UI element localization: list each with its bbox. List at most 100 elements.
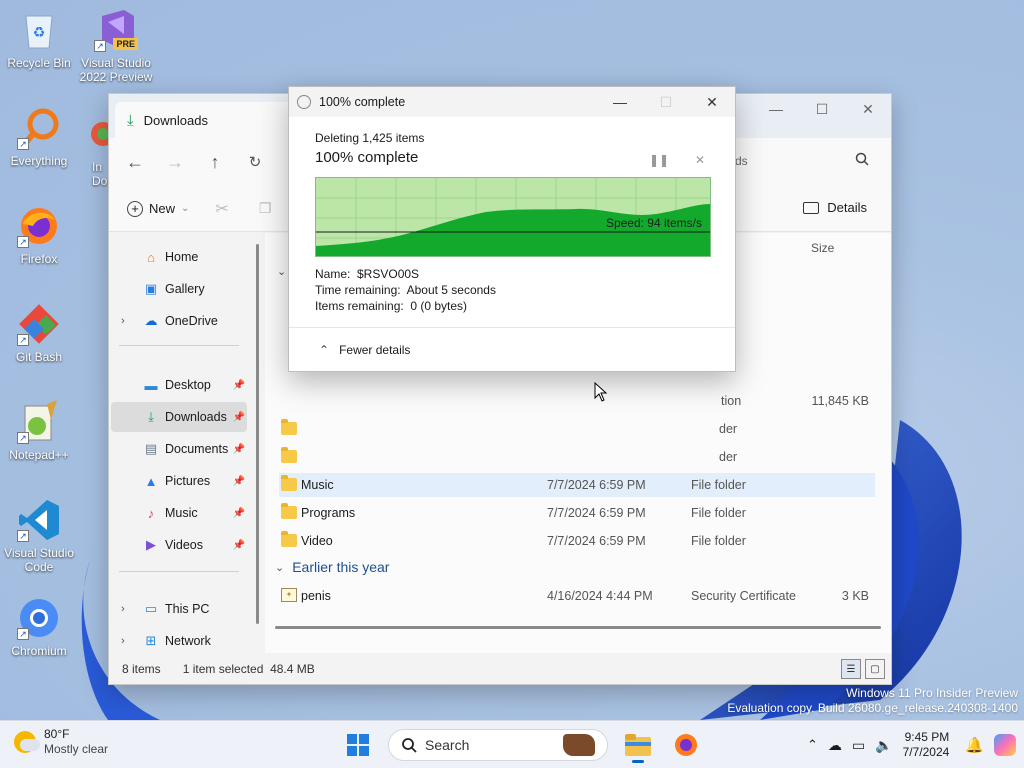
group-label: Earlier this year [292, 559, 390, 575]
table-row[interactable]: tion 11,845 KB [279, 389, 875, 413]
maximize-button[interactable]: ☐ [643, 87, 689, 117]
chevron-down-icon[interactable]: ⌄ [277, 265, 286, 278]
desktop-icon-chromium[interactable]: ↗ Chromium [1, 596, 77, 658]
pin-icon[interactable]: 📌 [233, 412, 245, 423]
maximize-button[interactable]: ☐ [799, 94, 845, 124]
sidebar-item-onedrive[interactable]: › ☁ OneDrive [111, 306, 247, 336]
item-count: 8 items [122, 662, 161, 676]
sidebar-item-this-pc[interactable]: › ▭ This PC [111, 594, 247, 624]
desktop-icon-recycle-bin[interactable]: ♻ Recycle Bin [1, 8, 77, 70]
details-label: Details [827, 200, 867, 215]
file-type: File folder [691, 534, 746, 548]
cancel-button[interactable]: ✕ [695, 153, 705, 167]
pin-icon[interactable]: 📌 [233, 508, 245, 519]
firefox-taskbar-button[interactable] [668, 727, 704, 763]
start-button[interactable] [340, 727, 376, 763]
close-button[interactable]: ✕ [845, 94, 891, 124]
sidebar-item-label: Documents [165, 442, 229, 456]
details-pane-button[interactable]: Details [803, 200, 867, 215]
desktop-icon-notepad-plus-plus[interactable]: ↗ Notepad++ [1, 400, 77, 462]
minimize-button[interactable]: — [753, 94, 799, 124]
desktop-icon-git-bash[interactable]: ↗ Git Bash [1, 302, 77, 364]
minimize-button[interactable]: — [597, 87, 643, 117]
sidebar-item-home[interactable]: ⌂ Home [111, 242, 247, 272]
chevron-up-icon[interactable]: ⌃ [807, 737, 818, 753]
sidebar-item-music[interactable]: ♪ Music 📌 [111, 498, 247, 528]
chevron-right-icon[interactable]: › [121, 603, 125, 615]
sidebar-item-label: OneDrive [165, 314, 218, 328]
sidebar-item-label: Music [165, 506, 198, 520]
new-button[interactable]: + New ⌄ [127, 200, 189, 217]
desktop-icon-visual-studio-2022[interactable]: PRE ↗ Visual Studio 2022 Preview [78, 8, 154, 84]
pin-icon[interactable]: 📌 [233, 540, 245, 551]
weather-widget[interactable]: 80°F Mostly clear [14, 727, 108, 757]
desktop-icon-label: Everything [10, 154, 68, 168]
tiles-view-icon[interactable]: ▢ [865, 659, 885, 679]
up-button[interactable]: ↑ [195, 146, 235, 178]
sidebar-item-pictures[interactable]: ▲ Pictures 📌 [111, 466, 247, 496]
copy-icon[interactable]: ❐ [259, 200, 272, 217]
chevron-right-icon[interactable]: › [121, 315, 125, 327]
system-tray: ⌃ ☁ ▭ 🔈 9:45 PM 7/7/2024 🔔 [807, 721, 1024, 768]
pause-button[interactable]: ❚❚ [649, 153, 669, 167]
sidebar-item-label: Desktop [165, 378, 211, 392]
video-icon: ▶ [146, 537, 156, 552]
sidebar-item-downloads[interactable]: ⤓ Downloads 📌 [111, 402, 247, 432]
sidebar-item-documents[interactable]: ▤ Documents 📌 [111, 434, 247, 464]
volume-icon[interactable]: 🔈 [875, 737, 892, 754]
search-icon[interactable] [855, 152, 869, 169]
column-header-size[interactable]: Size [811, 241, 834, 255]
address-text: ds [735, 154, 748, 168]
desktop-icon-label: Notepad++ [9, 448, 69, 462]
tab-downloads[interactable]: ⤓ Downloads [115, 102, 315, 138]
clock-time: 9:45 PM [904, 730, 950, 744]
refresh-button[interactable]: ↻ [235, 146, 275, 178]
sidebar-item-gallery[interactable]: ▣ Gallery [111, 274, 247, 304]
desktop-icon-label: Firefox [20, 252, 58, 266]
sidebar-item-network[interactable]: › ⊞ Network [111, 626, 247, 656]
desktop-icon-firefox[interactable]: ↗ Firefox [1, 204, 77, 266]
table-row[interactable]: ✦ penis 4/16/2024 4:44 PM Security Certi… [279, 584, 875, 608]
bell-icon[interactable]: 🔔 [965, 736, 984, 754]
network-icon: ⊞ [145, 633, 157, 648]
fewer-details-label: Fewer details [339, 342, 411, 357]
chevron-right-icon[interactable]: › [121, 635, 125, 647]
pin-icon[interactable]: 📌 [233, 476, 245, 487]
back-button[interactable]: ← [115, 146, 155, 178]
sidebar-item-videos[interactable]: ▶ Videos 📌 [111, 530, 247, 560]
folder-icon [281, 419, 297, 435]
close-button[interactable]: ✕ [689, 87, 735, 117]
group-header-earlier-this-year[interactable]: ⌄ Earlier this year [275, 559, 389, 575]
horizontal-scrollbar[interactable] [275, 626, 881, 629]
network-off-icon[interactable]: ☁ [828, 737, 842, 754]
table-row[interactable]: der [279, 445, 875, 469]
shortcut-arrow-icon: ↗ [17, 530, 29, 542]
taskbar-search-box[interactable]: Search [388, 729, 608, 761]
file-explorer-taskbar-button[interactable] [620, 727, 656, 763]
details-view-icon[interactable]: ☰ [841, 659, 861, 679]
pin-icon[interactable]: 📌 [233, 444, 245, 455]
pin-icon[interactable]: 📌 [233, 380, 245, 391]
sidebar-scrollbar[interactable] [256, 244, 259, 624]
dialog-title-bar: 100% complete — ☐ ✕ [289, 87, 735, 117]
display-icon[interactable]: ▭ [852, 737, 865, 754]
dialog-title: 100% complete [319, 95, 406, 109]
clock[interactable]: 9:45 PM 7/7/2024 [903, 730, 950, 760]
download-icon: ⤓ [127, 111, 134, 129]
cut-icon[interactable]: ✂ [215, 199, 228, 219]
desktop-icon-everything[interactable]: ↗ Everything [1, 106, 77, 168]
partial-type-cell: tion [721, 394, 742, 408]
desktop-icon-vscode[interactable]: ↗ Visual Studio Code [1, 498, 77, 574]
desktop-icon-label: Git Bash [15, 350, 63, 364]
items-remaining: Items remaining: 0 (0 bytes) [315, 299, 468, 313]
forward-button[interactable]: → [155, 146, 195, 178]
table-row[interactable]: Video 7/7/2024 6:59 PM File folder [279, 529, 875, 553]
copilot-icon[interactable] [994, 734, 1016, 756]
delete-progress-dialog: 100% complete — ☐ ✕ Deleting 1,425 items… [288, 86, 736, 372]
table-row[interactable]: Music 7/7/2024 6:59 PM File folder [279, 473, 875, 497]
table-row[interactable]: der [279, 417, 875, 441]
sidebar-item-desktop[interactable]: ▬ Desktop 📌 [111, 370, 247, 400]
fewer-details-button[interactable]: ⌃ Fewer details [289, 327, 735, 371]
table-row[interactable]: Programs 7/7/2024 6:59 PM File folder [279, 501, 875, 525]
home-icon: ⌂ [147, 249, 155, 265]
